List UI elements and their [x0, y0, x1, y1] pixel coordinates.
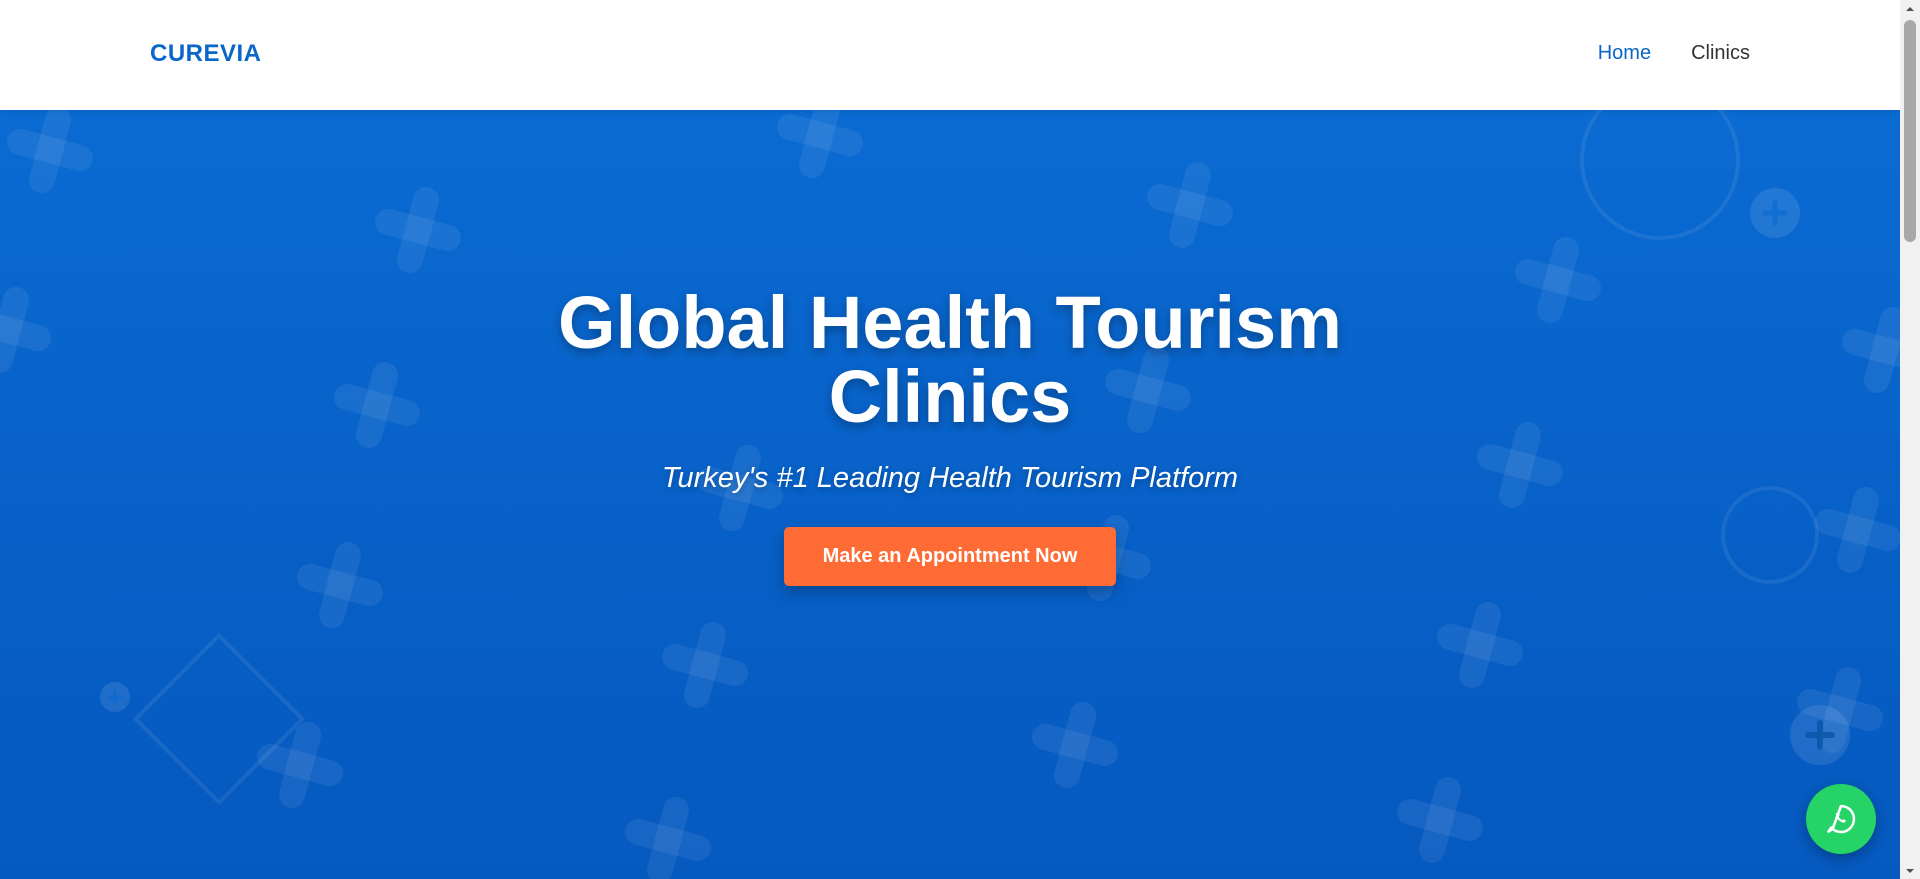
logo[interactable]: CUREVIA — [150, 40, 262, 68]
hero-content: Global Health Tourism Clinics Turkey's #… — [0, 286, 1900, 586]
hero-title: Global Health Tourism Clinics — [558, 281, 1342, 438]
hero-subtitle: Turkey's #1 Leading Health Tourism Platf… — [661, 462, 1239, 494]
page-scrollbar[interactable] — [1900, 0, 1920, 879]
hero-section: Global Health Tourism Clinics Turkey's #… — [0, 110, 1900, 879]
scroll-thumb[interactable] — [1904, 20, 1916, 242]
make-appointment-button[interactable]: Make an Appointment Now — [783, 527, 1117, 586]
main-nav: Home Clinics — [1598, 42, 1750, 65]
whatsapp-icon — [1827, 804, 1856, 834]
site-header: CUREVIA Home Clinics — [0, 0, 1900, 110]
viewport: CUREVIA Home Clinics Global Health Touri… — [0, 0, 1900, 879]
scroll-down-arrow[interactable] — [1900, 862, 1920, 879]
nav-clinics-link[interactable]: Clinics — [1691, 42, 1750, 65]
nav-home-link[interactable]: Home — [1598, 42, 1651, 65]
whatsapp-button[interactable] — [1806, 784, 1876, 854]
scroll-up-arrow[interactable] — [1900, 0, 1920, 17]
